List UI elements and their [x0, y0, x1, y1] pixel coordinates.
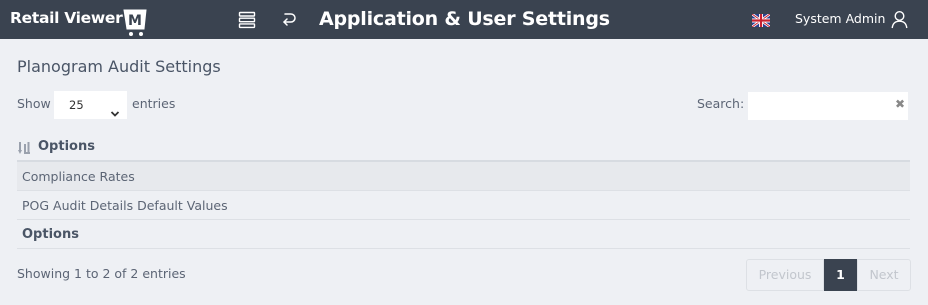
chevron-down-icon — [110, 101, 120, 117]
column-header-label: Options — [38, 139, 95, 154]
table-footer: Options — [17, 220, 910, 249]
entries-selected-value: 25 — [69, 98, 84, 112]
column-header-options[interactable]: Options — [17, 133, 910, 162]
page-title: Planogram Audit Settings — [17, 57, 221, 76]
logo-cart-icon: M — [123, 7, 148, 36]
user-icon[interactable] — [891, 10, 908, 29]
svg-text:M: M — [129, 13, 143, 29]
list-icon[interactable] — [238, 11, 256, 29]
search-input[interactable] — [748, 92, 908, 120]
table-cell: Compliance Rates — [22, 168, 135, 184]
entries-per-page-select[interactable]: 25 — [54, 91, 127, 119]
column-footer-label: Options — [22, 226, 79, 242]
sort-icon — [18, 140, 32, 154]
table-row[interactable]: Compliance Rates — [17, 162, 910, 191]
show-label: Show — [17, 96, 51, 111]
return-arrow-icon[interactable] — [280, 10, 298, 30]
table-info: Showing 1 to 2 of 2 entries — [17, 266, 186, 281]
search-label: Search: — [697, 96, 745, 111]
uk-flag-icon[interactable] — [751, 12, 771, 29]
pagination: Previous 1 Next — [746, 259, 911, 291]
entries-label: entries — [132, 96, 176, 111]
logo-text: Retail Viewer — [10, 9, 123, 27]
app-logo[interactable]: Retail Viewer M — [10, 7, 148, 36]
top-navbar: Retail Viewer M Application & User Setti… — [0, 0, 928, 39]
user-name[interactable]: System Admin — [795, 11, 885, 27]
previous-page-button: Previous — [746, 259, 824, 291]
next-page-button: Next — [857, 259, 911, 291]
page-1-button[interactable]: 1 — [824, 259, 857, 291]
table-row[interactable]: POG Audit Details Default Values — [17, 191, 910, 220]
app-title: Application & User Settings — [319, 8, 610, 30]
table-cell: POG Audit Details Default Values — [22, 197, 228, 213]
clear-search-icon[interactable]: ✖ — [895, 97, 905, 111]
options-table: Options Compliance Rates POG Audit Detai… — [17, 133, 910, 249]
